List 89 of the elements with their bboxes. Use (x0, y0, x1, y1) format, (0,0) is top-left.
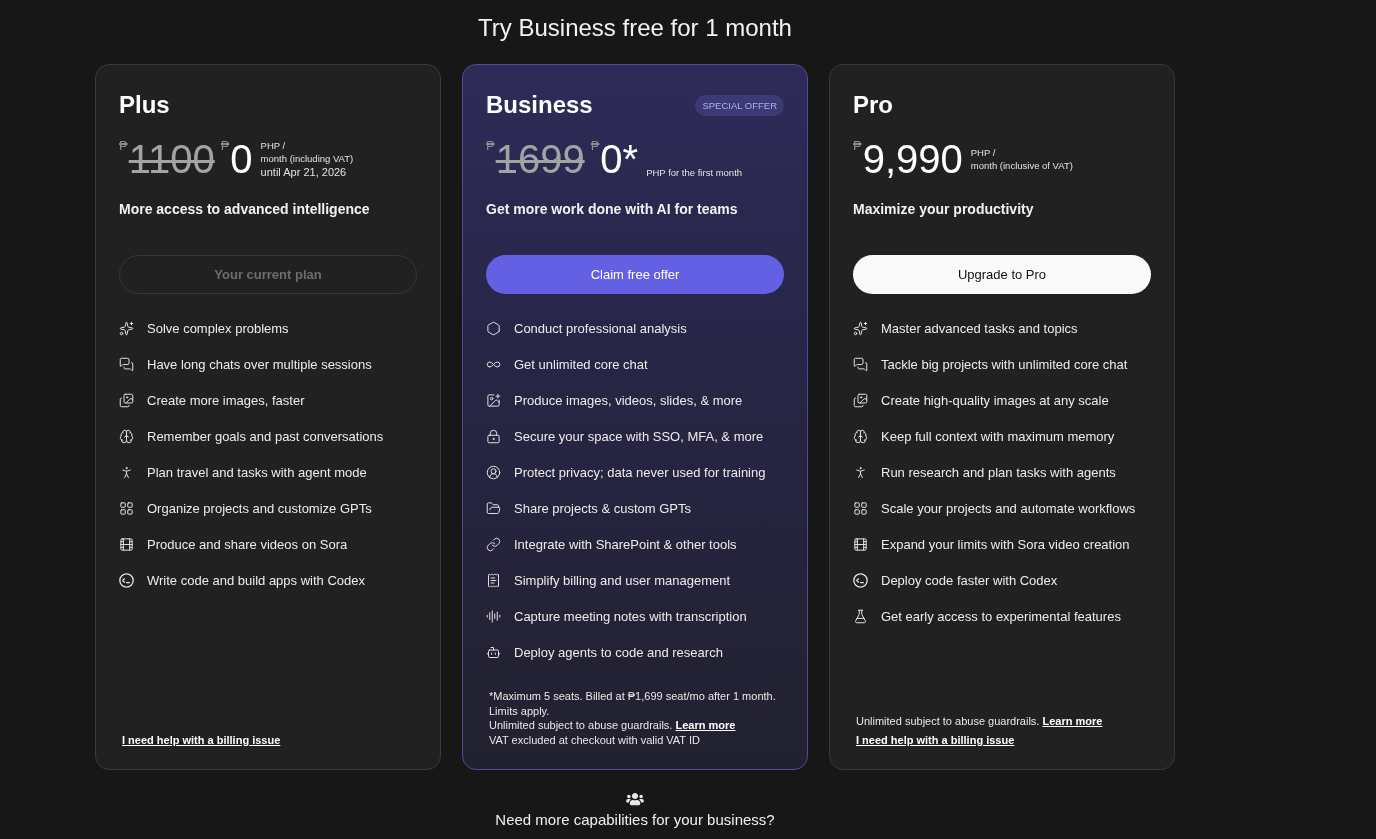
terminal-circle-icon (853, 572, 868, 588)
feature-text: Expand your limits with Sora video creation (881, 536, 1130, 552)
price-unit: month (including VAT) (260, 152, 354, 165)
feature-text: Secure your space with SSO, MFA, & more (514, 428, 764, 444)
terminal-circle-icon (119, 572, 134, 588)
feature-text: Organize projects and customize GPTs (147, 500, 372, 516)
link-icon (486, 536, 501, 552)
feature-text: Produce images, videos, slides, & more (514, 392, 743, 408)
business-prompt: Need more capabilities for your business? (495, 811, 775, 829)
grid-icon (853, 500, 868, 516)
sparkles-icon (853, 320, 868, 336)
user-circle-icon (486, 464, 501, 480)
brain-icon (853, 428, 868, 444)
old-price: 1100 (128, 136, 215, 183)
film-icon (853, 536, 868, 552)
feature-text: Produce and share videos on Sora (147, 536, 348, 552)
plan-name: Business (486, 91, 593, 119)
chat-bubbles-icon (119, 356, 134, 372)
old-price: 1699 (495, 136, 585, 183)
feature-text: Protect privacy; data never used for training (514, 464, 766, 480)
currency-symbol: ₱ (486, 138, 495, 153)
footnote-text: *Maximum 5 seats. Billed at ₱1,699 seat/mo after 1 month. Limits apply. (489, 689, 777, 718)
feature-text: Simplify billing and user management (514, 572, 731, 588)
image-icon (486, 392, 501, 408)
hexagon-icon (486, 320, 501, 336)
feature-text: Run research and plan tasks with agents (881, 464, 1116, 480)
sparkles-icon (119, 320, 134, 336)
audio-lines-icon (486, 608, 501, 624)
plan-name: Plus (119, 91, 170, 119)
price-unit: PHP for the first month (646, 166, 743, 179)
feature-text: Deploy code faster with Codex (881, 572, 1058, 588)
feature-text: Get early access to experimental features (881, 608, 1121, 624)
feature-text: Create more images, faster (147, 392, 305, 408)
feature-text: Write code and build apps with Codex (147, 572, 365, 588)
image-icon (853, 392, 868, 408)
robot-icon (486, 644, 501, 660)
currency-symbol: ₱ (119, 138, 128, 153)
footnote-text: VAT excluded at checkout with valid VAT ID (489, 732, 701, 747)
plan-tagline: Get more work done with AI for teams (486, 200, 739, 219)
feature-text: Deploy agents to code and research (514, 644, 723, 660)
feature-text: Keep full context with maximum memory (881, 428, 1115, 444)
feature-text: Solve complex problems (147, 320, 289, 336)
feature-text: Master advanced tasks and topics (881, 320, 1078, 336)
price-unit: PHP / (970, 146, 997, 159)
feature-text: Tackle big projects with unlimited core chat (881, 356, 1128, 372)
footnote-text: Unlimited subject to abuse guardrails. Learn more (489, 718, 737, 733)
offer-term: until Apr 21, 2026 (260, 165, 348, 179)
receipt-icon (486, 572, 501, 588)
price-amount: 0* (600, 136, 639, 183)
learn-more-link[interactable]: Learn more (675, 719, 736, 731)
flask-icon (853, 608, 868, 624)
feature-text: Integrate with SharePoint & other tools (514, 536, 737, 552)
price-amount: 9,990 (862, 136, 963, 183)
price-amount: 0 (230, 136, 253, 183)
feature-text: Have long chats over multiple sessions (147, 356, 372, 372)
price-unit: month (inclusive of VAT) (970, 159, 1073, 172)
feature-text: Capture meeting notes with transcription (514, 608, 747, 624)
plan-button[interactable]: Upgrade to Pro (853, 255, 1151, 294)
feature-text: Get unlimited core chat (514, 356, 648, 372)
plan-tagline: Maximize your productivity (853, 200, 1035, 219)
offer-badge: SPECIAL OFFER (695, 94, 784, 116)
person-icon (853, 464, 868, 480)
footnote-text: Unlimited subject to abuse guardrails. Learn more (856, 714, 1104, 729)
folder-icon (486, 500, 501, 516)
plan-button[interactable]: Claim free offer (486, 255, 784, 294)
feature-text: Scale your projects and automate workflows (881, 500, 1136, 516)
feature-text: Conduct professional analysis (514, 320, 687, 336)
feature-text: Share projects & custom GPTs (514, 500, 691, 516)
billing-help-link[interactable]: I need help with a billing issue (856, 732, 1015, 747)
learn-more-link[interactable]: Learn more (1042, 715, 1103, 727)
price-unit: PHP / (260, 139, 287, 152)
page-title: Try Business free for 1 month (478, 13, 792, 43)
film-icon (119, 536, 134, 552)
plan-name: Pro (853, 91, 893, 119)
billing-help-link[interactable]: I need help with a billing issue (122, 732, 281, 747)
chat-bubbles-icon (853, 356, 868, 372)
grid-icon (119, 500, 134, 516)
currency-symbol: ₱ (853, 138, 862, 153)
image-icon (119, 392, 134, 408)
lock-icon (486, 428, 501, 444)
currency-symbol: ₱ (220, 138, 230, 153)
plan-tagline: More access to advanced intelligence (119, 200, 371, 219)
users-icon (626, 792, 644, 806)
brain-icon (119, 428, 134, 444)
person-icon (119, 464, 134, 480)
feature-text: Plan travel and tasks with agent mode (147, 464, 367, 480)
feature-text: Remember goals and past conversations (147, 428, 384, 444)
feature-text: Create high-quality images at any scale (881, 392, 1109, 408)
currency-symbol: ₱ (590, 138, 600, 153)
